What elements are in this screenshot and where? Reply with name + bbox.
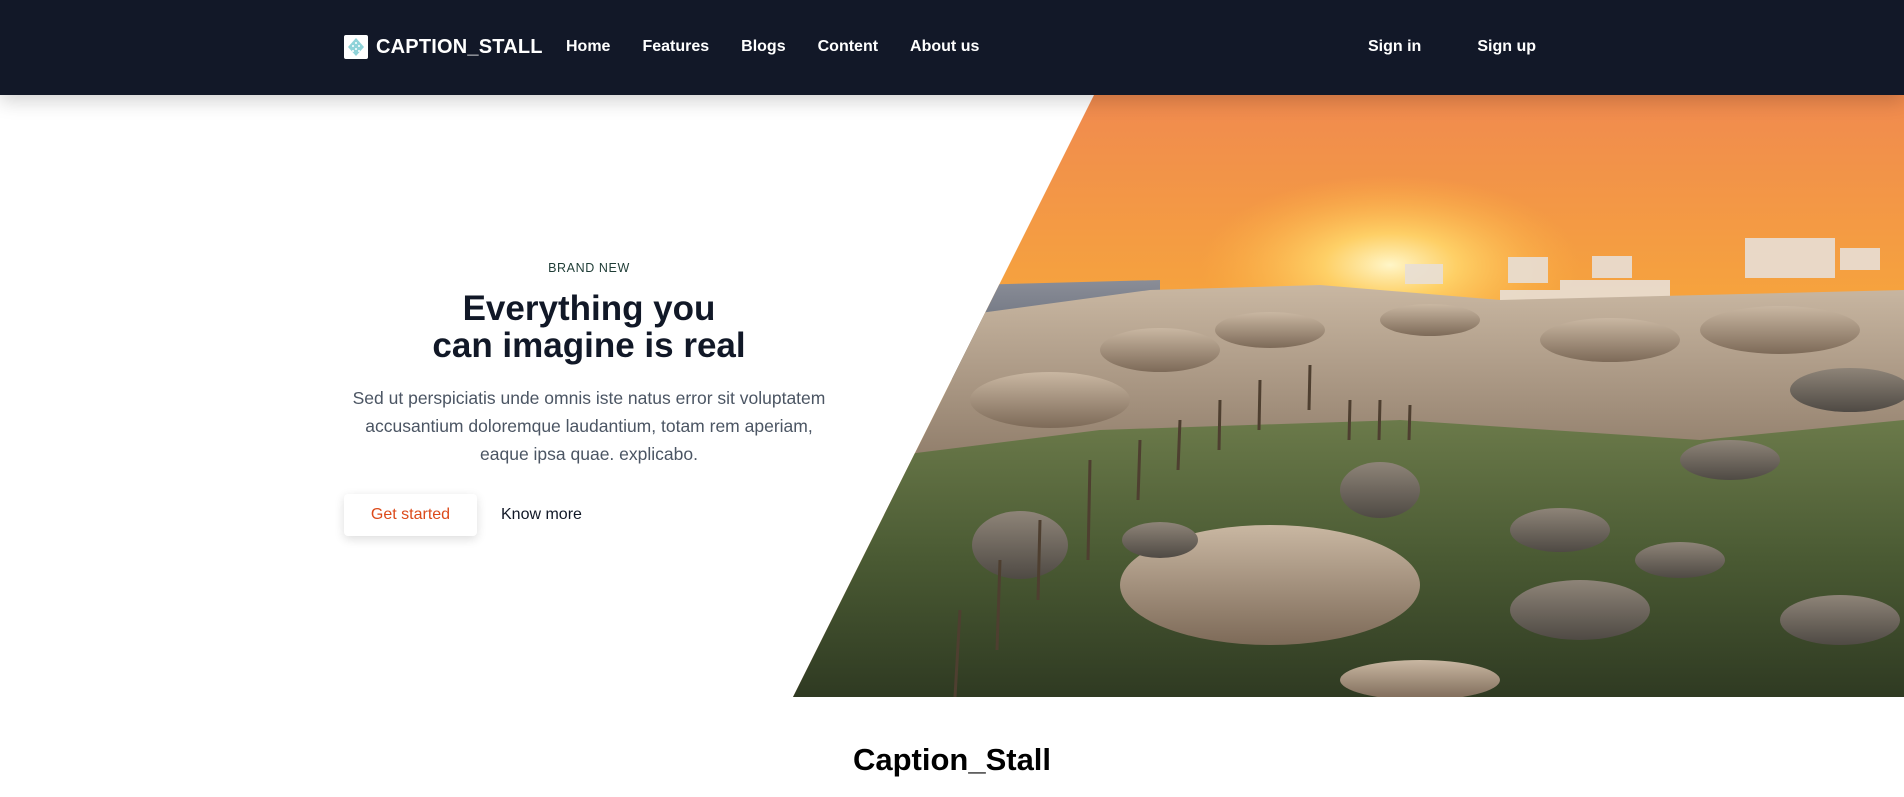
hero-cta-row: Get started Know more <box>344 494 582 536</box>
top-navbar: CAPTION_STALL Home Features Blogs Conten… <box>0 0 1904 95</box>
brand-name: CAPTION_STALL <box>376 35 543 58</box>
know-more-button[interactable]: Know more <box>501 506 582 524</box>
nav-link-home[interactable]: Home <box>566 36 610 58</box>
brand-logo-icon <box>344 35 368 59</box>
auth-links: Sign in Sign up <box>1368 36 1592 58</box>
hero-headline-line2: can imagine is real <box>432 326 746 365</box>
main-nav: Home Features Blogs Content About us <box>566 36 1011 58</box>
sign-in-link[interactable]: Sign in <box>1368 36 1421 58</box>
nav-link-blogs[interactable]: Blogs <box>741 36 785 58</box>
nav-link-about-us[interactable]: About us <box>910 36 979 58</box>
hero-eyebrow: BRAND NEW <box>548 261 630 275</box>
hero-headline: Everything you can imagine is real <box>344 290 834 364</box>
sign-up-link[interactable]: Sign up <box>1477 36 1536 58</box>
hero-content: BRAND NEW Everything you can imagine is … <box>344 258 834 468</box>
hero-image <box>793 95 1904 697</box>
brand[interactable]: CAPTION_STALL <box>344 33 543 61</box>
hero-subtext: Sed ut perspiciatis unde omnis iste natu… <box>352 388 826 464</box>
section-title: Caption_Stall <box>852 742 1052 777</box>
get-started-button[interactable]: Get started <box>344 494 477 536</box>
nav-link-content[interactable]: Content <box>818 36 878 58</box>
nav-link-features[interactable]: Features <box>642 36 709 58</box>
hero-headline-line1: Everything you <box>462 289 716 328</box>
